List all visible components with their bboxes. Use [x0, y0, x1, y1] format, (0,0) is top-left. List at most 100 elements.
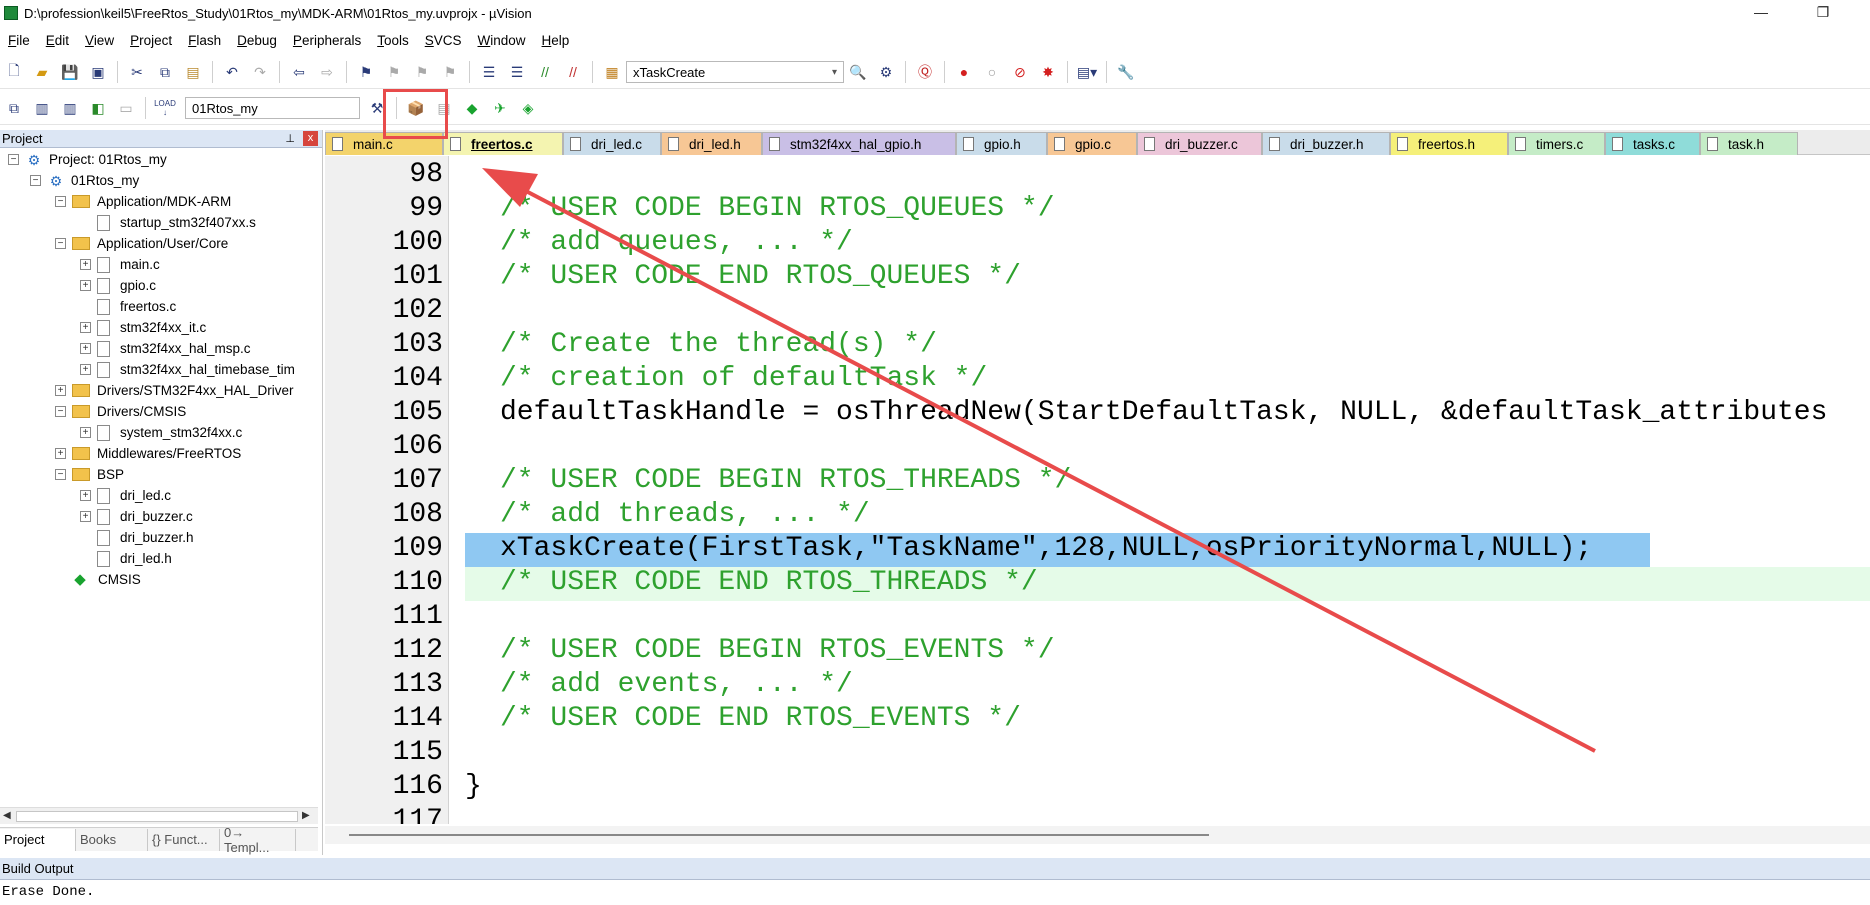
code-line[interactable]: /* add threads, ... */ [500, 498, 870, 532]
code-line[interactable]: /* Create the thread(s) */ [500, 328, 937, 362]
tree-item[interactable]: dri_led.h [80, 548, 172, 569]
incremental-find-icon[interactable]: ⚙ [875, 61, 897, 83]
translate-icon[interactable]: ⧉ [3, 97, 25, 119]
insert-breakpoint-icon[interactable]: ● [953, 61, 975, 83]
collapse-icon[interactable]: − [55, 469, 66, 480]
menu-svcs[interactable]: SVCS [417, 33, 470, 48]
expand-icon[interactable]: + [80, 259, 91, 270]
scroll-left-icon[interactable]: ◀ [3, 810, 11, 821]
kill-breakpoints-icon[interactable]: ✸ [1037, 61, 1059, 83]
menu-edit[interactable]: Edit [38, 33, 77, 48]
paste-icon[interactable]: ▤ [182, 61, 204, 83]
batch-build-icon[interactable]: ◧ [87, 97, 109, 119]
tree-item[interactable]: ◆ CMSIS [55, 569, 141, 590]
expand-icon[interactable]: + [80, 343, 91, 354]
expand-icon[interactable]: + [80, 490, 91, 501]
prev-bookmark-icon[interactable]: ⚑ [383, 61, 405, 83]
tree-item[interactable]: + stm32f4xx_hal_msp.c [80, 338, 251, 359]
code-line[interactable]: /* USER CODE END RTOS_THREADS */ [500, 566, 1038, 600]
menu-peripherals[interactable]: Peripherals [285, 33, 369, 48]
minimize-button[interactable]: — [1750, 2, 1772, 22]
editor-tab[interactable]: dri_led.c [563, 132, 661, 155]
open-file-icon[interactable]: ▰ [31, 61, 53, 83]
enable-breakpoint-icon[interactable]: ○ [981, 61, 1003, 83]
rebuild-icon[interactable]: ▥ [59, 97, 81, 119]
tree-item[interactable]: − BSP [55, 464, 124, 485]
unindent-icon[interactable]: ☰ [506, 61, 528, 83]
menu-help[interactable]: Help [534, 33, 578, 48]
collapse-icon[interactable]: − [55, 196, 66, 207]
find-icon[interactable]: 🔍 [847, 61, 869, 83]
code-line[interactable]: defaultTaskHandle = osThreadNew(StartDef… [500, 396, 1827, 430]
editor-tab[interactable]: freertos.h [1390, 132, 1508, 155]
redo-icon[interactable]: ↷ [249, 61, 271, 83]
panel-tab-2[interactable]: {} Funct... [148, 828, 220, 851]
editor-tab[interactable]: dri_buzzer.c [1137, 132, 1262, 155]
new-file-icon[interactable]: 🗋 [3, 61, 25, 83]
tree-item[interactable]: + system_stm32f4xx.c [80, 422, 242, 443]
restore-button[interactable]: ❐ [1812, 2, 1834, 22]
collapse-icon[interactable]: − [55, 406, 66, 417]
menu-flash[interactable]: Flash [180, 33, 229, 48]
configure-icon[interactable]: 🔧 [1115, 61, 1137, 83]
collapse-icon[interactable]: − [55, 238, 66, 249]
tree-item[interactable]: + dri_led.c [80, 485, 171, 506]
project-hscrollbar[interactable]: ◀ ▶ [0, 807, 318, 824]
expand-icon[interactable]: + [80, 322, 91, 333]
editor-tab[interactable]: freertos.c [443, 132, 563, 155]
editor-tab[interactable]: dri_buzzer.h [1262, 132, 1390, 155]
navigate-forward-icon[interactable]: ⇨ [316, 61, 338, 83]
undo-icon[interactable]: ↶ [221, 61, 243, 83]
copy-icon[interactable]: ⧉ [154, 61, 176, 83]
bookmark-icon[interactable]: ⚑ [355, 61, 377, 83]
menu-tools[interactable]: Tools [369, 33, 417, 48]
code-editor[interactable]: 98 99 100 101 102 103 104 105 106 107 108 109 110 111… [325, 156, 1870, 824]
menu-project[interactable]: Project [122, 33, 180, 48]
code-line[interactable]: xTaskCreate(FirstTask,"TaskName",128,NUL… [500, 532, 1592, 566]
expand-icon[interactable]: + [80, 427, 91, 438]
tree-item[interactable]: − Application/User/Core [55, 233, 228, 254]
tree-item[interactable]: − Drivers/CMSIS [55, 401, 186, 422]
tree-item[interactable]: − ⚙ Project: 01Rtos_my [8, 149, 167, 170]
tree-item[interactable]: startup_stm32f407xx.s [80, 212, 256, 233]
manage-rte-icon[interactable]: ◈ [517, 97, 539, 119]
disable-breakpoints-icon[interactable]: ⊘ [1009, 61, 1031, 83]
tree-item[interactable]: + Drivers/STM32F4xx_HAL_Driver [55, 380, 294, 401]
panel-tab-3[interactable]: 0→ Templ... [220, 825, 296, 855]
next-bookmark-icon[interactable]: ⚑ [411, 61, 433, 83]
expand-icon[interactable]: + [55, 385, 66, 396]
comment-icon[interactable]: // [534, 61, 556, 83]
panel-tab-0[interactable]: Project [0, 828, 76, 851]
tree-item[interactable]: freertos.c [80, 296, 176, 317]
code-line[interactable]: /* add queues, ... */ [500, 226, 853, 260]
editor-tab[interactable]: gpio.h [956, 132, 1047, 155]
indent-icon[interactable]: ☰ [478, 61, 500, 83]
find-combo[interactable]: xTaskCreate ▾ [626, 61, 844, 83]
editor-tab[interactable]: dri_led.h [661, 132, 762, 155]
start-debug-icon[interactable]: Ⓠ [914, 61, 936, 83]
load-download-icon[interactable]: LOAD ↓ [154, 97, 176, 119]
tree-item[interactable]: − Application/MDK-ARM [55, 191, 231, 212]
code-line[interactable]: /* USER CODE END RTOS_EVENTS */ [500, 702, 1021, 736]
tree-item[interactable]: + dri_buzzer.c [80, 506, 193, 527]
menu-debug[interactable]: Debug [229, 33, 285, 48]
window-layout-icon[interactable]: ▤▾ [1076, 61, 1098, 83]
navigate-back-icon[interactable]: ⇦ [288, 61, 310, 83]
clear-bookmarks-icon[interactable]: ⚑ [439, 61, 461, 83]
editor-scroll-thumb[interactable] [349, 834, 1209, 836]
pack-installer-icon[interactable]: ✈ [489, 97, 511, 119]
editor-hscrollbar[interactable] [325, 826, 1870, 844]
editor-tab[interactable]: gpio.c [1047, 132, 1137, 155]
menu-view[interactable]: View [77, 33, 122, 48]
find-in-files-icon[interactable]: ▦ [601, 61, 623, 83]
close-icon[interactable]: x [303, 131, 318, 146]
expand-icon[interactable]: + [55, 448, 66, 459]
run-time-environment-icon[interactable]: ◆ [461, 97, 483, 119]
cut-icon[interactable]: ✂ [126, 61, 148, 83]
code-line[interactable]: /* add events, ... */ [500, 668, 853, 702]
collapse-icon[interactable]: − [30, 175, 41, 186]
code-line[interactable]: /* USER CODE BEGIN RTOS_EVENTS */ [500, 634, 1055, 668]
menu-window[interactable]: Window [470, 33, 534, 48]
code-line[interactable]: /* USER CODE BEGIN RTOS_THREADS */ [500, 464, 1071, 498]
tree-item[interactable]: + stm32f4xx_hal_timebase_tim [80, 359, 295, 380]
